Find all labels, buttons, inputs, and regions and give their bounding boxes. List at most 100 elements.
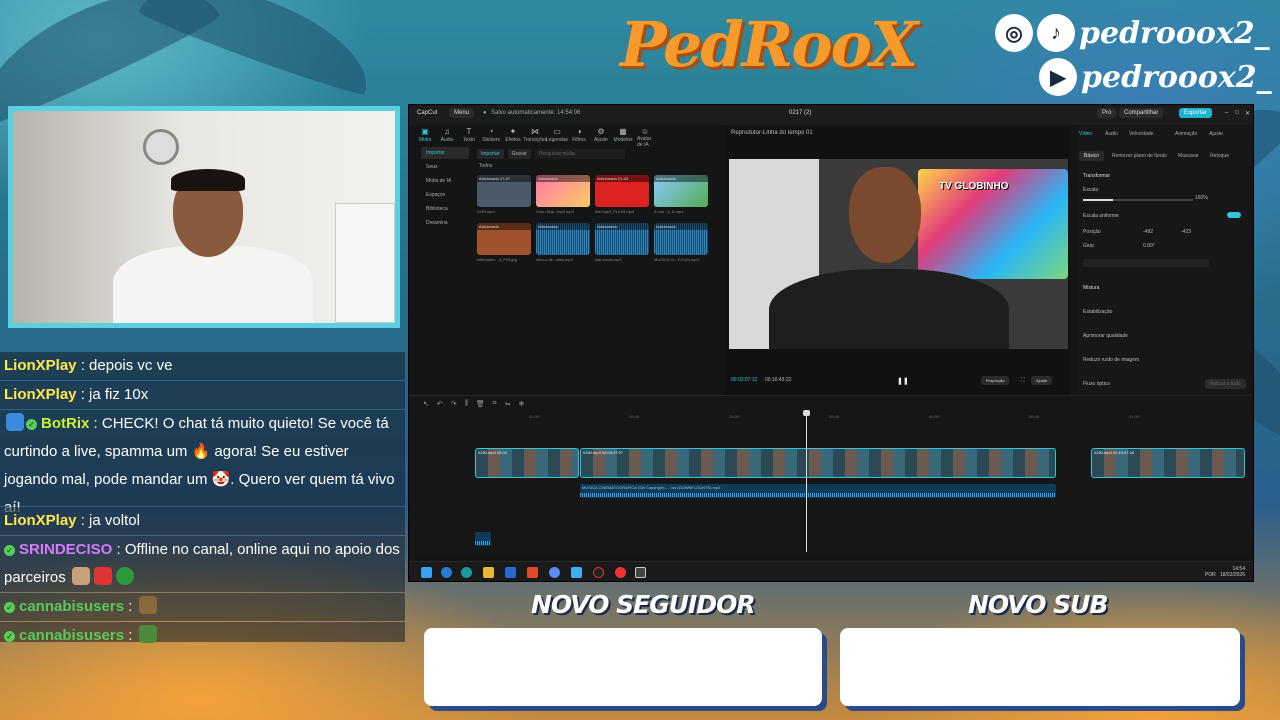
apply-all-button[interactable]: Aplicar a tudo <box>1205 379 1246 389</box>
discord-icon[interactable] <box>549 567 560 578</box>
store-icon[interactable] <box>505 567 516 578</box>
media-thumbnail[interactable]: Adicionado <box>477 223 531 255</box>
subtab-mask[interactable]: Mascarar <box>1173 151 1204 161</box>
media-thumbnail[interactable]: Adicionado <box>654 175 708 207</box>
menu-button[interactable]: Menu <box>449 108 475 118</box>
crop-icon[interactable]: ⌗ <box>493 400 497 408</box>
transform-section[interactable]: Transformar <box>1083 173 1110 179</box>
subtab-retouch[interactable]: Retoque <box>1205 151 1234 161</box>
audio-clip[interactable] <box>475 532 491 546</box>
windows-start-icon[interactable] <box>421 567 432 578</box>
tab-templates[interactable]: ▦ Modelos <box>614 127 633 147</box>
audio-thumbnail[interactable]: Adicionado <box>654 223 708 255</box>
mirror-icon[interactable]: ⇋ <box>505 400 511 408</box>
sidebar-item-ai-media[interactable]: Mídia de IA <box>421 175 469 187</box>
media-search-input[interactable]: Pesquisar mídia <box>534 149 625 159</box>
fit-button[interactable]: Ajuste <box>1031 376 1053 385</box>
undo-icon[interactable]: ↶ <box>437 400 443 408</box>
tab-audio[interactable]: ♫ Áudio <box>439 127 455 147</box>
tab-inspector-audio[interactable]: Áudio <box>1105 131 1118 137</box>
pro-button[interactable]: Pro <box>1097 108 1117 118</box>
record-button[interactable]: Gravar <box>507 149 531 159</box>
media-thumbnail[interactable]: Adicionado 21:43 <box>595 175 649 207</box>
tab-captions[interactable]: ▭ Legendas <box>546 127 568 147</box>
playhead[interactable] <box>803 410 810 552</box>
video-clip[interactable]: 0280.mp4 00:00 <box>475 448 579 478</box>
stabilize-option[interactable]: Estabilização <box>1083 309 1112 315</box>
blend-section[interactable]: Mistura <box>1083 285 1099 291</box>
tab-speed[interactable]: Velocidade <box>1129 131 1153 137</box>
media-thumbnail[interactable]: Adicionado <box>536 175 590 207</box>
tab-inspector-adjust[interactable]: Ajuste <box>1209 131 1223 137</box>
sidebar-item-spaces[interactable]: Espaços <box>421 189 469 201</box>
edge-icon[interactable] <box>461 567 472 578</box>
chat-text: depois vc ve <box>89 357 173 374</box>
time-ruler[interactable]: 00:00 10:00 20:00 30:00 40:00 50:00 01:0… <box>471 414 1251 424</box>
pause-icon[interactable]: ❚❚ <box>897 377 909 385</box>
browser-icon[interactable] <box>441 567 452 578</box>
file-explorer-icon[interactable] <box>483 567 494 578</box>
align-buttons[interactable] <box>1083 259 1209 267</box>
media-filename: olar-koula.mp3 <box>595 257 622 262</box>
scale-slider[interactable] <box>1083 199 1193 201</box>
audio-thumbnail[interactable]: Adicionado <box>595 223 649 255</box>
tab-transitions[interactable]: ⋈ Transições <box>523 127 547 147</box>
chat-overlay: LionXPlay : depois vc ve LionXPlay : ja … <box>0 352 405 644</box>
minimize-icon[interactable]: – <box>1225 110 1228 116</box>
tab-animation[interactable]: Animação <box>1175 131 1197 137</box>
split-icon[interactable]: ⫼ <box>465 400 468 408</box>
tab-effects[interactable]: ✦ Efeitos <box>505 127 521 147</box>
denoise-option[interactable]: Reduzir ruído de imagem <box>1083 357 1139 363</box>
tab-adjust[interactable]: ⚙ Ajuste <box>593 127 609 147</box>
position-x-input[interactable]: -492 <box>1143 229 1153 235</box>
subtab-basic[interactable]: Básico <box>1079 151 1105 161</box>
subtab-remove-bg[interactable]: Remover plano de fundo <box>1107 151 1172 161</box>
windows-taskbar: POR 14:54 18/02/2026 <box>409 561 1253 581</box>
rotate-input[interactable]: 0.00° <box>1143 243 1155 249</box>
maximize-icon[interactable]: □ <box>1235 110 1239 116</box>
uniform-scale-toggle[interactable] <box>1227 212 1241 218</box>
position-y-input[interactable]: -423 <box>1181 229 1191 235</box>
chat-username: SRINDECISO <box>19 541 113 558</box>
delete-icon[interactable]: 🗑 <box>476 400 485 408</box>
ratio-button[interactable]: Proporção <box>981 376 1010 385</box>
video-overlay-text: TV GLOBINHO <box>939 181 1009 192</box>
brave-icon[interactable] <box>527 567 538 578</box>
tab-video[interactable]: Vídeo <box>1079 131 1092 137</box>
video-clip[interactable]: 0280.mp4 00:00:47:07 <box>580 448 1056 478</box>
tab-filters[interactable]: ◑ Filtros <box>571 127 587 147</box>
sidebar-item-yours[interactable]: Seus <box>421 161 469 173</box>
obs-icon[interactable] <box>593 567 604 578</box>
freeze-icon[interactable]: ❄ <box>519 400 525 408</box>
tab-stickers[interactable]: ◔ Stickers <box>482 127 500 147</box>
record-icon[interactable] <box>615 567 626 578</box>
sidebar-item-dreamina[interactable]: Dreamina <box>421 217 469 229</box>
video-preview[interactable]: TV GLOBINHO <box>729 159 1068 349</box>
close-icon[interactable]: ✕ <box>1245 110 1250 117</box>
tab-media[interactable]: ▣ Mídia <box>417 127 433 147</box>
select-icon[interactable]: ↖ <box>423 400 429 408</box>
new-follower-title: NOVO SEGUIDOR <box>531 590 756 619</box>
audio-thumbnail[interactable]: Adicionado <box>536 223 590 255</box>
tab-ai-avatar[interactable]: ☺ Avatar de IA <box>637 127 653 148</box>
media-thumbnail[interactable]: Adicionado 17:37 <box>477 175 531 207</box>
social-handle-text: pedrooox2_ <box>1079 15 1270 51</box>
tab-text[interactable]: T Texto <box>461 127 477 147</box>
enhance-option[interactable]: Aprimorar qualidade <box>1083 333 1128 339</box>
capcut-taskbar-icon[interactable] <box>635 567 646 578</box>
share-button[interactable]: Compartilhar <box>1119 108 1164 118</box>
scale-value[interactable]: 160% <box>1195 195 1208 201</box>
sidebar-item-import[interactable]: Importar <box>421 147 469 159</box>
import-button[interactable]: Importar <box>477 149 504 159</box>
media-filename: 0280.mp4 <box>477 209 495 214</box>
video-clip[interactable]: 0280.mp4 00:10:37:26 <box>1091 448 1245 478</box>
chat-username: LionXPlay <box>4 357 77 374</box>
audio-clip[interactable]: MUSICA CINEMATOGRAFICA (Sin Copyright) -… <box>580 484 1056 498</box>
optical-flow-option[interactable]: Fluxo óptico <box>1083 381 1110 387</box>
taskbar-clock[interactable]: 14:54 18/02/2026 <box>1220 566 1245 578</box>
redo-icon[interactable]: ↷ <box>451 400 457 408</box>
app-icon[interactable] <box>571 567 582 578</box>
fullscreen-icon[interactable]: ⛶ <box>1021 377 1025 383</box>
sidebar-item-library[interactable]: Biblioteca <box>421 203 469 215</box>
export-button[interactable]: Exportar <box>1179 108 1212 118</box>
